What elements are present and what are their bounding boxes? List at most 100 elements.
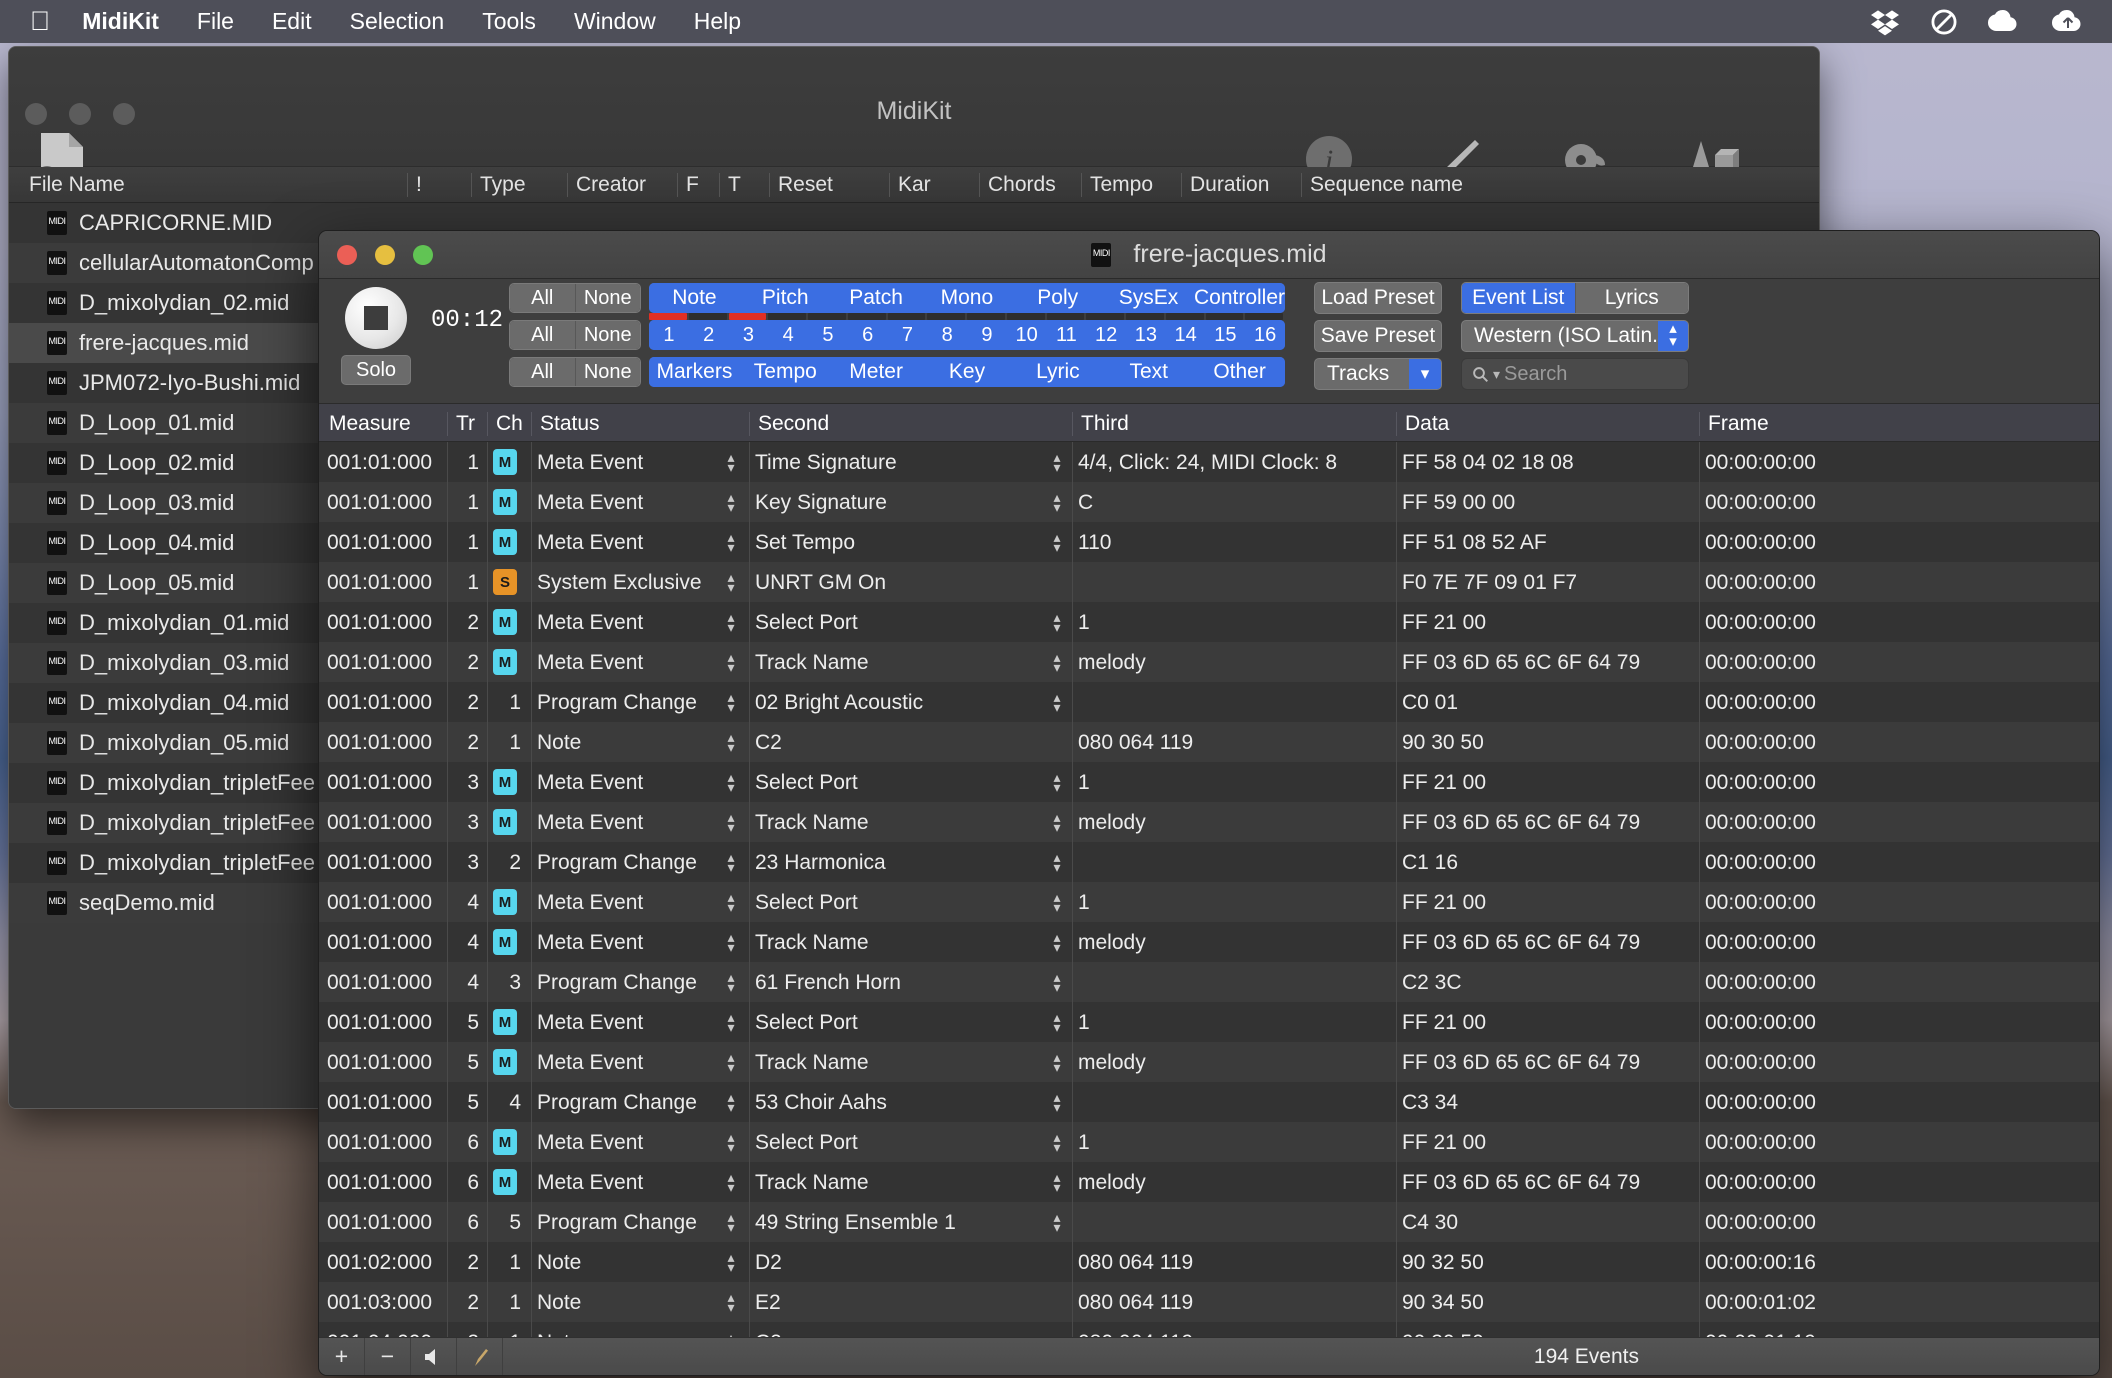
menu-item-selection[interactable]: Selection: [350, 8, 445, 35]
file-column-sequence-name[interactable]: Sequence name: [1301, 173, 1701, 197]
event-table-row[interactable]: 001:04:00021Note▴▾C2080 064 11990 30 500…: [319, 1322, 2099, 1337]
menu-item-help[interactable]: Help: [694, 8, 741, 35]
cloud-upload-icon[interactable]: [2052, 9, 2086, 34]
stepper-icon[interactable]: ▴▾: [725, 1050, 737, 1074]
event-table-row[interactable]: 001:01:000 4 M Meta Event ▴ ▾ Track Name ▴ ▾ melo…: [319, 922, 2099, 962]
event-column-third[interactable]: Third: [1072, 412, 1392, 436]
stepper-icon[interactable]: ▴▾: [1051, 1130, 1063, 1154]
event-table-row[interactable]: 001:01:000 2 1 Program Change ▴ ▾ 02 Bright Ac…: [319, 682, 2099, 722]
filter-channel-16[interactable]: 16: [1245, 320, 1285, 350]
stepper-icon[interactable]: ▴▾: [1051, 490, 1063, 514]
all-none-types[interactable]: All None: [509, 283, 641, 313]
stepper-icon[interactable]: ▴▾: [725, 890, 737, 914]
filter-channel-5[interactable]: 5: [808, 320, 848, 350]
filter-type-poly[interactable]: Poly: [1012, 283, 1104, 313]
event-table-row[interactable]: 001:01:000 4 3 Program Change ▴ ▾ 61 French Ho…: [319, 962, 2099, 1002]
channel-filter-bar[interactable]: 1 2 3 4 5 6 7 8 9 10 11 12 13 14 15 16: [649, 320, 1285, 350]
event-table-row[interactable]: 001:01:000 2 M Meta Event ▴ ▾ Select Port ▴ ▾ 1 FF…: [319, 602, 2099, 642]
tab-lyrics[interactable]: Lyrics: [1574, 283, 1688, 313]
filter-type-sysex[interactable]: SysEx: [1103, 283, 1194, 313]
stepper-icon[interactable]: ▴▾: [1051, 650, 1063, 674]
event-table-row[interactable]: 001:02:000 2 1 Note ▴ ▾ D2 080 064 119 90 32 50 0…: [319, 1242, 2099, 1282]
filter-type-note[interactable]: Note: [649, 283, 740, 313]
stepper-icon[interactable]: ▴▾: [1051, 810, 1063, 834]
event-table-row[interactable]: 001:01:000 1 M Meta Event ▴ ▾ Set Tempo ▴ ▾ 110 FF…: [319, 522, 2099, 562]
none-button-channels[interactable]: None: [574, 321, 640, 349]
save-preset-button[interactable]: Save Preset: [1314, 320, 1442, 352]
stepper-icon[interactable]: ▴▾: [725, 1130, 737, 1154]
no-entry-icon[interactable]: [1930, 8, 1958, 36]
event-table-row[interactable]: 001:01:000 2 1 Note ▴ ▾ C2 080 064 119 90 30 50 0…: [319, 722, 2099, 762]
filter-type-pitch[interactable]: Pitch: [739, 283, 831, 313]
menu-item-midikit[interactable]: MidiKit: [82, 8, 159, 35]
filter-type-mono[interactable]: Mono: [921, 283, 1013, 313]
event-table-row[interactable]: 001:01:000 5 M Meta Event ▴ ▾ Select Port ▴ ▾ 1 FF…: [319, 1002, 2099, 1042]
filter-channel-15[interactable]: 15: [1205, 320, 1246, 350]
stepper-icon[interactable]: ▴▾: [725, 570, 737, 594]
stepper-icon[interactable]: ▴▾: [1051, 1170, 1063, 1194]
none-button-meta[interactable]: None: [574, 358, 640, 386]
filter-channel-4[interactable]: 4: [768, 320, 808, 350]
pencil-icon[interactable]: [457, 1337, 503, 1375]
filter-meta-meter[interactable]: Meter: [830, 357, 922, 387]
menu-item-tools[interactable]: Tools: [482, 8, 536, 35]
filter-meta-other[interactable]: Other: [1194, 357, 1285, 387]
event-table-row[interactable]: 001:01:000 5 M Meta Event ▴ ▾ Track Name ▴ ▾ melo…: [319, 1042, 2099, 1082]
view-mode-toggle[interactable]: Event List Lyrics: [1461, 282, 1689, 314]
speaker-icon[interactable]: [411, 1337, 457, 1375]
all-button-types[interactable]: All: [510, 284, 575, 312]
filter-channel-6[interactable]: 6: [847, 320, 888, 350]
stepper-icon[interactable]: ▴▾: [1051, 530, 1063, 554]
event-column-data[interactable]: Data: [1396, 412, 1696, 436]
event-table-row[interactable]: 001:01:000 6 5 Program Change ▴ ▾ 49 String En…: [319, 1202, 2099, 1242]
file-column-tempo[interactable]: Tempo: [1081, 173, 1173, 197]
search-input[interactable]: ▾ Search: [1461, 358, 1689, 390]
file-column-duration[interactable]: Duration: [1181, 173, 1291, 197]
event-column-ch[interactable]: Ch: [487, 412, 527, 436]
filter-meta-markers[interactable]: Markers: [649, 357, 740, 387]
stepper-icon[interactable]: ▴▾: [1051, 690, 1063, 714]
close-button[interactable]: [337, 244, 357, 265]
file-column-creator[interactable]: Creator: [567, 173, 667, 197]
stepper-icon[interactable]: ▴▾: [725, 850, 737, 874]
event-column-frame[interactable]: Frame: [1699, 412, 1999, 436]
zoom-button[interactable]: [413, 244, 433, 265]
file-column-type[interactable]: Type: [471, 173, 561, 197]
apple-icon[interactable]: : [30, 8, 50, 35]
stepper-icon[interactable]: ▴▾: [725, 530, 737, 554]
dropbox-icon[interactable]: [1870, 8, 1900, 36]
stepper-icon[interactable]: ▴▾: [1051, 930, 1063, 954]
stepper-icon[interactable]: ▴▾: [1051, 850, 1063, 874]
event-table-body[interactable]: 001:01:000 1 M Meta Event ▴ ▾ Time Signature ▴ ▾…: [319, 442, 2099, 1337]
all-button-channels[interactable]: All: [510, 321, 575, 349]
stepper-icon[interactable]: ▴▾: [725, 610, 737, 634]
stepper-icon[interactable]: ▴▾: [1051, 1210, 1063, 1234]
none-button-types[interactable]: None: [574, 284, 640, 312]
file-column-alert[interactable]: !: [407, 173, 461, 197]
file-column-kar[interactable]: Kar: [889, 173, 969, 197]
event-table-row[interactable]: 001:01:000 1 M Meta Event ▴ ▾ Time Signature ▴ ▾…: [319, 442, 2099, 482]
stepper-icon[interactable]: ▴▾: [725, 930, 737, 954]
event-type-filter-bar[interactable]: Note Pitch Patch Mono Poly SysEx Controller: [649, 283, 1285, 313]
stepper-icon[interactable]: ▴▾: [725, 1290, 737, 1314]
event-table-row[interactable]: 001:01:000 3 2 Program Change ▴ ▾ 23 Harmonica…: [319, 842, 2099, 882]
filter-meta-tempo[interactable]: Tempo: [739, 357, 831, 387]
stepper-icon[interactable]: ▴▾: [725, 690, 737, 714]
meta-filter-bar[interactable]: Markers Tempo Meter Key Lyric Text Other: [649, 357, 1285, 387]
stepper-icon[interactable]: ▴▾: [1051, 890, 1063, 914]
stepper-icon[interactable]: ▴▾: [725, 770, 737, 794]
filter-channel-14[interactable]: 14: [1165, 320, 1206, 350]
event-traffic-lights[interactable]: [337, 244, 433, 265]
filter-type-controller[interactable]: Controller: [1193, 283, 1285, 313]
event-column-second[interactable]: Second: [749, 412, 1069, 436]
stepper-icon[interactable]: ▴▾: [1051, 450, 1063, 474]
stepper-icon[interactable]: ▴▾: [1051, 970, 1063, 994]
event-table-row[interactable]: 001:01:000 6 M Meta Event ▴ ▾ Select Port ▴ ▾ 1 FF…: [319, 1122, 2099, 1162]
filter-channel-2[interactable]: 2: [688, 320, 729, 350]
file-column-file-name[interactable]: File Name: [19, 173, 359, 197]
stepper-icon[interactable]: ▴▾: [725, 810, 737, 834]
load-preset-button[interactable]: Load Preset: [1314, 282, 1442, 314]
stepper-icon[interactable]: ▴▾: [725, 1090, 737, 1114]
minimize-button[interactable]: [375, 244, 395, 265]
file-column-f[interactable]: F: [677, 173, 717, 197]
